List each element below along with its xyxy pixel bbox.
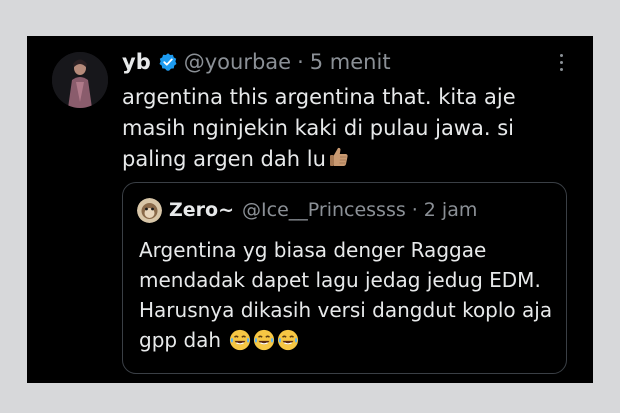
separator-dot: · — [297, 50, 304, 74]
laughing-crying-face-icon — [229, 329, 251, 359]
screenshot-frame: yb @yourbae · 5 menit argentina this arg… — [0, 0, 620, 413]
quoted-author-handle[interactable]: @Ice__Princessss — [242, 197, 406, 223]
quoted-tweet-timestamp[interactable]: 2 jam — [424, 197, 478, 223]
quoted-author-name[interactable]: Zero~ — [169, 197, 234, 223]
verified-badge-icon — [158, 52, 178, 72]
author-avatar[interactable] — [52, 52, 108, 108]
tweet-text-content: argentina this argentina that. kita aje … — [122, 85, 516, 171]
laughing-crying-face-icon — [277, 329, 299, 359]
thumbs-up-icon — [327, 145, 351, 178]
quoted-tweet-text: Argentina yg biasa denger Raggae mendada… — [139, 235, 559, 359]
separator-dot: · — [411, 199, 418, 221]
author-name[interactable]: yb — [122, 49, 151, 75]
tweet-text: argentina this argentina that. kita aje … — [122, 82, 562, 178]
tweet-card[interactable]: yb @yourbae · 5 menit argentina this arg… — [27, 36, 593, 383]
more-options-icon[interactable] — [553, 51, 569, 73]
quoted-author-avatar — [137, 197, 162, 223]
quoted-tweet-header: Zero~ @Ice__Princessss · 2 jam — [137, 197, 477, 223]
tweet-timestamp[interactable]: 5 menit — [310, 49, 391, 75]
quoted-tweet[interactable]: Zero~ @Ice__Princessss · 2 jam Argentina… — [122, 182, 567, 374]
tweet-header: yb @yourbae · 5 menit — [122, 49, 391, 75]
laughing-crying-face-icon — [253, 329, 275, 359]
quoted-tweet-text-content: Argentina yg biasa denger Raggae mendada… — [139, 238, 553, 352]
author-handle[interactable]: @yourbae — [184, 49, 291, 75]
